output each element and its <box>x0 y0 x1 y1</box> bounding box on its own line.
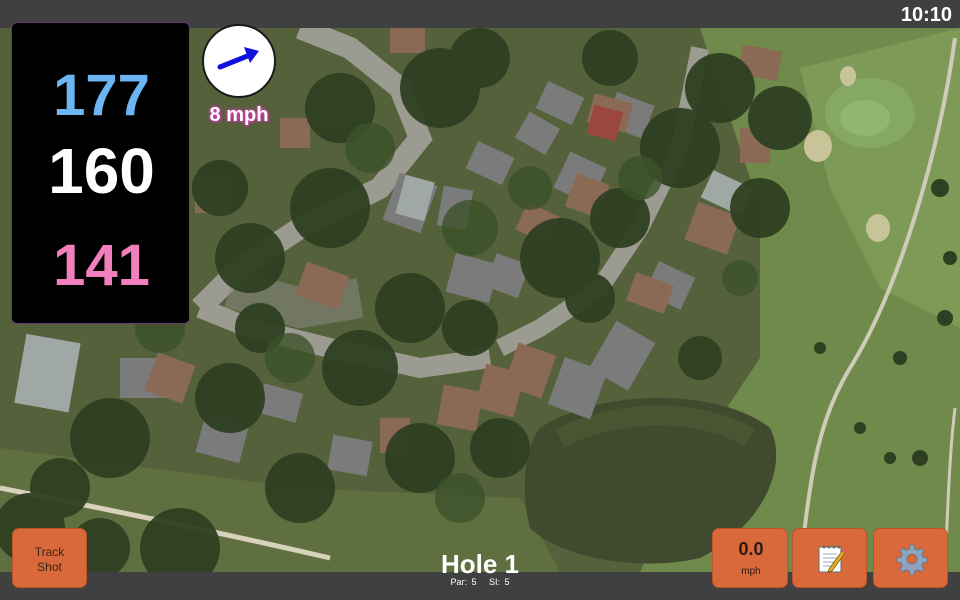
golf-gps-screen: 10:10 177 160 141 8 mph Hole 1 Par: 5 SI… <box>0 0 960 600</box>
notepad-icon <box>818 545 847 573</box>
distance-back: 177 <box>53 63 150 128</box>
distance-panel: 177 160 141 <box>11 22 190 324</box>
distance-front: 141 <box>53 233 150 298</box>
hole-details: Par: 5 SI: 5 <box>380 577 580 588</box>
speed-unit: mph <box>741 566 761 577</box>
track-shot-label-line1: Track <box>34 545 65 559</box>
distance-center: 160 <box>48 135 155 207</box>
par-label: Par: 5 <box>450 577 477 587</box>
track-shot-button[interactable]: Track Shot <box>12 528 87 588</box>
notes-button[interactable] <box>792 528 867 588</box>
speed-value: 0.0 <box>738 539 764 559</box>
settings-button[interactable] <box>873 528 948 588</box>
arrow-up-right-icon <box>217 47 259 70</box>
hole-title: Hole 1 <box>440 549 520 579</box>
speed-button[interactable]: 0.0 mph <box>712 528 788 588</box>
track-shot-label-line2: Shot <box>37 560 62 574</box>
gear-icon <box>896 544 928 575</box>
clock-text: 10:10 <box>900 4 952 26</box>
wind-indicator <box>202 24 276 98</box>
wind-speed-label: 8 mph <box>209 104 269 126</box>
si-label: SI: 5 <box>489 577 510 587</box>
